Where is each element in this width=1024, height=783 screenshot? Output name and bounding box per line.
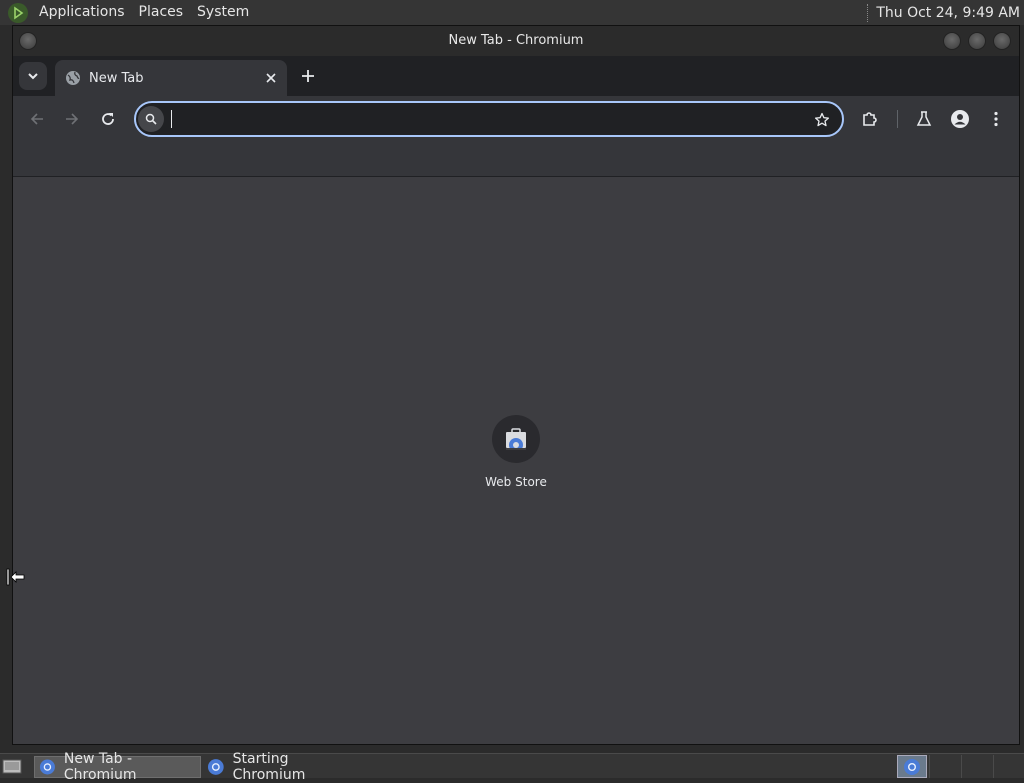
toolbar-separator — [897, 110, 898, 128]
address-bar[interactable] — [134, 101, 844, 137]
address-input[interactable] — [170, 107, 800, 131]
minimize-button[interactable] — [943, 32, 961, 50]
window-menu-button[interactable] — [19, 32, 37, 50]
chromium-icon — [904, 758, 920, 775]
browser-toolbar — [13, 96, 1019, 142]
maximize-button[interactable] — [968, 32, 986, 50]
distro-logo-icon[interactable] — [8, 2, 28, 23]
taskbar-item-label: New Tab - Chromium — [63, 751, 137, 783]
profile-button[interactable] — [946, 105, 974, 133]
back-button[interactable] — [23, 105, 51, 133]
bottom-panel: New Tab - Chromium Starting Chromium — [0, 751, 1024, 783]
workspace-switcher-active[interactable] — [897, 755, 927, 778]
shortcut-web-store[interactable]: Web Store — [476, 415, 556, 489]
kebab-menu-icon — [994, 111, 998, 127]
new-tab-button[interactable] — [295, 63, 321, 89]
workspace-3[interactable] — [961, 755, 991, 778]
window-titlebar[interactable]: New Tab - Chromium — [13, 26, 1019, 56]
taskbar-item-new-tab-chromium[interactable]: New Tab - Chromium — [34, 751, 201, 783]
arrow-right-icon — [66, 113, 79, 125]
clock[interactable]: Thu Oct 24, 9:49 AM — [876, 5, 1024, 21]
workspace-2[interactable] — [929, 755, 959, 778]
menu-button[interactable] — [982, 105, 1010, 133]
extensions-button[interactable] — [856, 105, 884, 133]
shortcut-tile[interactable] — [492, 415, 540, 463]
tab-title: New Tab — [89, 70, 144, 86]
puzzle-piece-icon — [863, 112, 877, 126]
close-icon — [266, 73, 276, 83]
browser-window: New Tab - Chromium New Tab Web Store — [12, 25, 1020, 745]
window-title: New Tab - Chromium — [448, 33, 584, 48]
labs-button[interactable] — [910, 105, 938, 133]
places-menu[interactable]: Places — [132, 0, 191, 25]
workspace-4[interactable] — [993, 755, 1023, 778]
close-window-button[interactable] — [993, 32, 1011, 50]
globe-icon — [66, 71, 80, 85]
tab-new-tab[interactable]: New Tab — [55, 60, 287, 96]
taskbar-item-starting-chromium[interactable]: Starting Chromium — [203, 751, 363, 783]
plus-icon — [302, 70, 314, 82]
tab-search-button[interactable] — [19, 62, 47, 90]
applications-menu[interactable]: Applications — [32, 0, 132, 25]
taskbar-item-label: Starting Chromium — [232, 751, 306, 783]
chromium-icon — [39, 759, 55, 775]
panel-grip — [867, 3, 870, 22]
flask-icon — [916, 111, 932, 126]
web-store-icon — [506, 428, 526, 450]
chevron-down-icon — [28, 73, 38, 80]
reload-button[interactable] — [94, 105, 122, 133]
reload-icon — [102, 113, 114, 125]
system-menu[interactable]: System — [190, 0, 256, 25]
top-panel: Applications Places System Thu Oct 24, 9… — [0, 0, 1024, 25]
search-icon — [138, 106, 164, 132]
bookmark-star-button[interactable] — [812, 110, 832, 130]
show-desktop-icon[interactable] — [2, 757, 22, 775]
new-tab-page: Web Store — [13, 177, 1019, 744]
star-icon — [814, 112, 830, 127]
shortcut-label: Web Store — [485, 475, 547, 489]
tab-strip: New Tab — [13, 56, 1019, 96]
arrow-left-icon — [30, 113, 43, 125]
text-caret — [171, 110, 172, 128]
resize-cursor-icon — [6, 568, 25, 586]
bookmarks-bar — [13, 142, 1019, 177]
tab-close-button[interactable] — [261, 68, 281, 88]
forward-button[interactable] — [58, 105, 86, 133]
chromium-icon — [207, 759, 224, 775]
account-circle-icon — [951, 110, 969, 128]
